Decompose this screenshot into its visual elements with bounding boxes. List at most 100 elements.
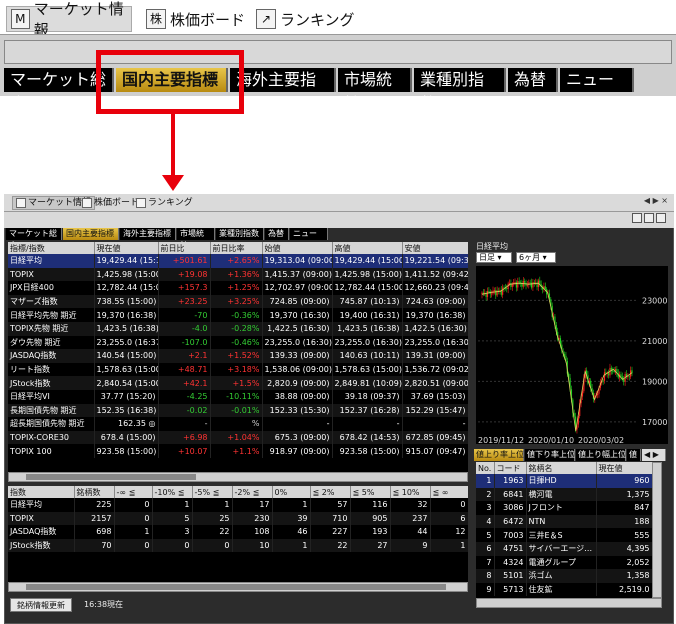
candle-body [506, 288, 508, 290]
cell-pct: +1.36% [210, 267, 263, 282]
ranking-row[interactable]: 9 5713 住友鉱 2,519.0 [476, 582, 652, 597]
column-header[interactable]: 安値 [402, 242, 468, 254]
column-header[interactable]: -2% ≦ [232, 486, 273, 498]
tab-overseas-indices[interactable]: 海外主要指標 [230, 68, 336, 113]
table-row[interactable]: 超長期国債先物 期近 162.35 ◎ -% - - - [8, 417, 468, 431]
table-row[interactable]: JStock指数 2,840.54 (15:00) +42.1 +1.5% 2,820.… [8, 376, 468, 390]
table-cell: 237 [390, 511, 431, 526]
tab-market-stats[interactable]: 市場統計 [338, 68, 412, 113]
table-row[interactable]: 長期国債先物 期近 152.35 (16:38) -0.02 -0.01% 152.33… [8, 403, 468, 418]
tab-fx[interactable]: 為替 [508, 68, 558, 92]
column-header[interactable]: ≦ 2% [310, 486, 351, 498]
column-header[interactable]: 指数 [8, 486, 75, 498]
column-header[interactable]: 指標/指数 [8, 242, 95, 254]
cell-pct: -0.46% [210, 335, 263, 350]
cell-open: 12,702.97 (09:00) [262, 281, 333, 295]
column-header[interactable]: 始値 [262, 242, 333, 254]
tab-gain-amount[interactable]: 値上り幅上位 [576, 449, 626, 461]
cell-chg: -4.25 [158, 389, 211, 404]
tab-more[interactable]: 値 [627, 449, 641, 461]
column-header[interactable]: 銘柄数 [74, 486, 115, 498]
refresh-button[interactable]: 銘柄情報更新 [10, 598, 72, 612]
grid-view-icon[interactable] [632, 213, 642, 223]
table-row[interactable]: 日経平均VI 37.77 (15:20) -4.25 -10.11% 38.88 (09… [8, 389, 468, 404]
tab-sector-indices[interactable]: 業種別指数 [216, 228, 264, 240]
ranking-row[interactable]: 2 6841 横河電 1,375 [476, 487, 652, 502]
cell-pct: -0.36% [210, 308, 263, 322]
tab-stock-board[interactable]: 株価ボード [82, 196, 139, 210]
tab-ranking[interactable]: ↗ ランキング [256, 6, 355, 32]
tab-fx[interactable]: 為替 [265, 228, 289, 240]
tab-ranking[interactable]: ランキング [136, 196, 193, 210]
tab-market-info[interactable]: M マーケット情報 [6, 0, 132, 39]
ranking-vscrollbar[interactable] [652, 462, 662, 598]
tab-news[interactable]: ニュース [290, 228, 328, 250]
price-chart[interactable]: 23000 21000 19000 17000 [476, 266, 668, 444]
column-header[interactable]: コード [494, 462, 527, 474]
tab-stock-board[interactable]: 株 株価ボード [146, 6, 245, 32]
range-select[interactable]: 6ヶ月 ▾ [516, 252, 556, 263]
ranking-row[interactable]: 7 4324 電通グループ 2,052 [476, 555, 652, 570]
cell-low: - [402, 417, 468, 431]
list-view-icon[interactable] [644, 213, 654, 223]
cell-chg: +501.61 [158, 254, 211, 268]
table-row[interactable]: リート指数 1,578.63 (15:00) +48.71 +3.18% 1,538.0… [8, 362, 468, 377]
ranking-row[interactable]: 8 5101 浜ゴム 1,358 [476, 569, 652, 583]
ranking-row[interactable]: 3 3086 Jフロント 847 [476, 501, 652, 515]
tab-overseas-indices[interactable]: 海外主要指標 [120, 228, 176, 240]
window-controls[interactable]: ◀ ▶ × [644, 196, 668, 205]
column-header[interactable]: -∞ ≦ [114, 486, 153, 498]
tab-gain-rate[interactable]: 値上り率上位 [474, 449, 524, 461]
table-cell: 12 [430, 525, 468, 539]
layout-icon[interactable] [656, 213, 666, 223]
scrollbar-thumb[interactable] [26, 474, 196, 480]
table-row[interactable]: TOPIX先物 期近 1,423.5 (16:38) -4.0 -0.28% 1,422… [8, 321, 468, 336]
column-header[interactable]: 高値 [332, 242, 403, 254]
table-row[interactable]: TOPIX 1,425.98 (15:00) +19.08 +1.36% 1,415.3… [8, 267, 468, 282]
table-row[interactable]: JASDAQ指数 698 1 3 22 108 46 227 193 44 12 [8, 525, 468, 539]
table-row[interactable]: 日経平均19,429.44 (15:15)+501.61+2.65%19,313… [8, 254, 468, 268]
ranking-row[interactable]: 5 7003 三井E＆S 555 [476, 528, 652, 542]
ranking-hscrollbar[interactable] [476, 598, 662, 608]
column-header[interactable]: -5% ≦ [192, 486, 233, 498]
cell-name: リート指数 [8, 362, 95, 377]
ranking-row[interactable]: 4 6472 NTN 188 [476, 514, 652, 529]
column-header[interactable]: 前日比率 [210, 242, 263, 254]
ranking-row[interactable]: 6 4751 サイバーエージ… 4,395 [476, 541, 652, 556]
table-row[interactable]: JStock指数 70 0 0 0 10 1 22 27 9 1 [8, 538, 468, 553]
column-header[interactable]: ≦ 10% [390, 486, 431, 498]
table-row[interactable]: 日経平均先物 期近 19,370 (16:38) -70 -0.36% 19,370 (… [8, 308, 468, 322]
cell-no: 8 [476, 569, 495, 583]
tab-loss-rate[interactable]: 値下り率上位 [525, 449, 575, 461]
column-header[interactable]: 0% [272, 486, 311, 498]
cell-high: 39.18 (09:37) [332, 389, 403, 404]
cell-price: 188 [596, 514, 652, 529]
tab-news[interactable]: ニュース [560, 68, 634, 113]
column-header[interactable]: 現在値 [94, 242, 159, 254]
table-row[interactable]: 日経平均 225 0 1 1 17 1 57 116 32 0 [8, 498, 468, 512]
column-header[interactable]: ≦ ∞ [430, 486, 468, 498]
table-row[interactable]: マザーズ指数 738.55 (15:00) +23.25 +3.25% 724.85 (… [8, 294, 468, 309]
tab-scroll-arrows[interactable]: ◀ ▶ [642, 449, 666, 461]
table-row[interactable]: ダウ先物 期近 23,255.0 (16:37) -107.0 -0.46% 23,25… [8, 335, 468, 350]
table-row[interactable]: TOPIX-CORE30 678.4 (15:00) +6.98 +1.04% 675.… [8, 430, 468, 445]
column-header[interactable]: No. [476, 462, 495, 474]
ranking-row[interactable]: 1 1963 日揮HD 960 [476, 474, 652, 488]
table-row[interactable]: JASDAQ指数 140.54 (15:00) +2.1 +1.52% 139.33 (… [8, 349, 468, 363]
tab-sector-indices[interactable]: 業種別指数 [414, 68, 506, 113]
column-header[interactable]: 前日比 [158, 242, 211, 254]
tab-market-summary[interactable]: マーケット総合 [6, 228, 62, 250]
column-header[interactable]: 銘柄名 [526, 462, 597, 474]
column-header[interactable]: 現在値 [596, 462, 652, 474]
column-header[interactable]: -10% ≦ [152, 486, 193, 498]
tab-market-stats[interactable]: 市場統計 [177, 228, 215, 250]
table-row[interactable]: TOPIX 100 923.58 (15:00) +10.07 +1.1% 918.97… [8, 444, 468, 458]
scrollbar-thumb[interactable] [26, 584, 446, 590]
table-row[interactable]: JPX日経40012,782.44 (15:00)+157.3+1.25%12,… [8, 281, 468, 295]
tab-domestic-indices[interactable]: 国内主要指標 [63, 228, 119, 240]
period-select[interactable]: 日足 ▾ [476, 252, 512, 263]
column-header[interactable]: ≦ 5% [350, 486, 391, 498]
table-cell: 0 [152, 538, 193, 553]
table-cell: 230 [232, 511, 273, 526]
table-row[interactable]: TOPIX 2157 0 5 25 230 39 710 905 237 6 [8, 511, 468, 526]
